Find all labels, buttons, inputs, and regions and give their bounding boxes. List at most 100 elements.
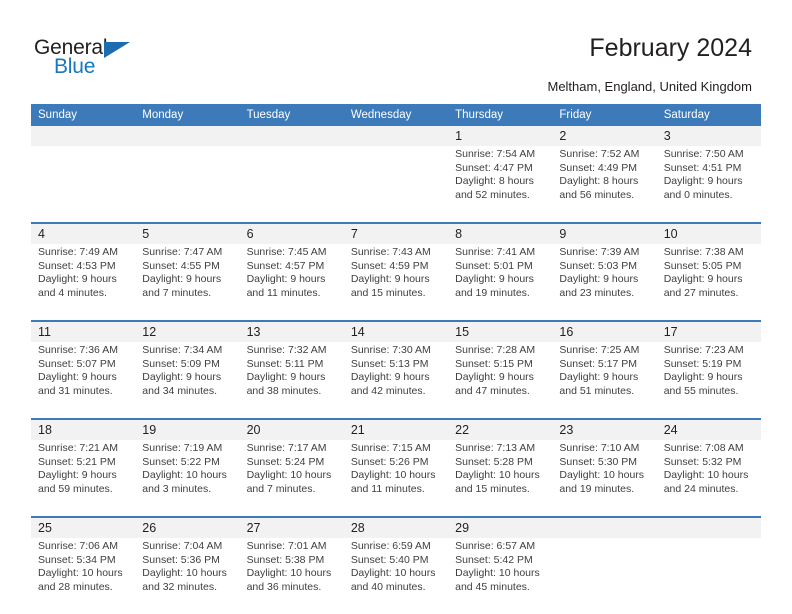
sunrise-text: Sunrise: 7:17 AM (246, 442, 327, 454)
daylight-text-line2: and 56 minutes. (559, 188, 635, 201)
sunset-text: Sunset: 4:51 PM (663, 161, 742, 174)
daylight-text-line2: and 28 minutes. (38, 580, 113, 593)
day-number: 21 (343, 418, 449, 440)
sunrise-text: Sunrise: 7:06 AM (38, 540, 118, 552)
daylight-text-line1: Daylight: 10 hours (142, 469, 227, 482)
day-number: 8 (448, 222, 553, 244)
daylight-text-line1: Daylight: 9 hours (559, 371, 639, 384)
sunset-text: Sunset: 5:36 PM (142, 553, 220, 566)
daylight-text-line2: and 52 minutes. (455, 188, 530, 201)
sunset-text: Sunset: 5:34 PM (38, 553, 116, 566)
sunrise-text: Sunrise: 7:13 AM (455, 442, 536, 454)
daylight-text-line1: Daylight: 9 hours (455, 273, 534, 286)
day-cell[interactable]: Sunrise: 7:41 AM Sunset: 5:01 PM Dayligh… (448, 244, 553, 321)
day-cell[interactable]: Sunrise: 7:54 AM Sunset: 4:47 PM Dayligh… (448, 146, 553, 223)
daylight-text-line2: and 7 minutes. (246, 482, 316, 495)
day-number: 3 (656, 126, 761, 146)
daylight-text-line1: Daylight: 10 hours (246, 469, 332, 482)
sunset-text: Sunset: 4:49 PM (559, 161, 638, 174)
day-number: 10 (656, 222, 761, 244)
day-cell[interactable]: Sunrise: 7:49 AM Sunset: 4:53 PM Dayligh… (31, 244, 136, 321)
daylight-text-line2: and 4 minutes. (38, 286, 107, 299)
day-number: 4 (31, 222, 136, 244)
daylight-text-line2: and 11 minutes. (246, 286, 321, 299)
daylight-text-line1: Daylight: 8 hours (455, 175, 534, 188)
day-cell[interactable]: Sunrise: 7:23 AM Sunset: 5:19 PM Dayligh… (656, 342, 761, 419)
week-1-daynumbers: 1 2 3 (31, 126, 761, 146)
day-cell[interactable]: Sunrise: 7:36 AM Sunset: 5:07 PM Dayligh… (31, 342, 136, 419)
daylight-text-line2: and 19 minutes. (559, 482, 635, 495)
weekday-header-sunday: Sunday (31, 104, 136, 126)
sunrise-text: Sunrise: 7:15 AM (350, 442, 431, 454)
day-cell[interactable]: Sunrise: 7:13 AM Sunset: 5:28 PM Dayligh… (448, 440, 553, 517)
day-cell[interactable]: Sunrise: 7:04 AM Sunset: 5:36 PM Dayligh… (135, 538, 240, 614)
daylight-text-line2: and 23 minutes. (559, 286, 635, 299)
day-cell[interactable]: Sunrise: 7:39 AM Sunset: 5:03 PM Dayligh… (552, 244, 657, 321)
day-cell[interactable]: Sunrise: 7:34 AM Sunset: 5:09 PM Dayligh… (135, 342, 240, 419)
day-number: 9 (552, 222, 657, 244)
page-title: February 2024 (589, 34, 752, 62)
sunset-text: Sunset: 4:53 PM (38, 259, 116, 272)
day-number (343, 126, 449, 146)
daylight-text-line2: and 19 minutes. (455, 286, 530, 299)
day-cell[interactable]: Sunrise: 7:45 AM Sunset: 4:57 PM Dayligh… (239, 244, 344, 321)
general-blue-logo[interactable]: General Blue (34, 36, 164, 86)
day-number: 15 (448, 320, 553, 342)
day-number (31, 126, 136, 146)
weekday-header-monday: Monday (135, 104, 240, 126)
sunset-text: Sunset: 5:42 PM (455, 553, 533, 566)
day-cell[interactable]: Sunrise: 7:21 AM Sunset: 5:21 PM Dayligh… (31, 440, 136, 517)
day-cell-empty (31, 146, 136, 223)
calendar-grid: Sunday Monday Tuesday Wednesday Thursday… (31, 104, 761, 614)
day-cell[interactable]: Sunrise: 7:38 AM Sunset: 5:05 PM Dayligh… (656, 244, 761, 321)
day-cell[interactable]: Sunrise: 6:59 AM Sunset: 5:40 PM Dayligh… (343, 538, 449, 614)
day-cell[interactable]: Sunrise: 7:47 AM Sunset: 4:55 PM Dayligh… (135, 244, 240, 321)
week-5-daynumbers: 25 26 27 28 29 (31, 516, 761, 538)
day-number (656, 516, 761, 538)
daylight-text-line1: Daylight: 9 hours (663, 371, 743, 384)
day-number: 20 (239, 418, 344, 440)
day-number: 5 (135, 222, 240, 244)
sunrise-text: Sunrise: 7:01 AM (246, 540, 327, 552)
daylight-text-line1: Daylight: 9 hours (142, 273, 222, 286)
sunrise-text: Sunrise: 7:10 AM (559, 442, 640, 454)
day-number: 26 (135, 516, 240, 538)
day-cell[interactable]: Sunrise: 7:19 AM Sunset: 5:22 PM Dayligh… (135, 440, 240, 517)
daylight-text-line2: and 24 minutes. (663, 482, 739, 495)
day-cell[interactable]: Sunrise: 7:32 AM Sunset: 5:11 PM Dayligh… (239, 342, 344, 419)
daylight-text-line1: Daylight: 9 hours (38, 371, 117, 384)
day-number: 11 (31, 320, 136, 342)
day-cell[interactable]: Sunrise: 7:01 AM Sunset: 5:38 PM Dayligh… (239, 538, 344, 614)
sunrise-text: Sunrise: 7:28 AM (455, 344, 536, 356)
daylight-text-line2: and 32 minutes. (142, 580, 217, 593)
daylight-text-line2: and 38 minutes. (246, 384, 322, 397)
sunrise-text: Sunrise: 7:30 AM (350, 344, 431, 356)
daylight-text-line1: Daylight: 9 hours (246, 371, 326, 384)
week-2-daynumbers: 4 5 6 7 8 9 10 (31, 222, 761, 244)
day-number: 28 (343, 516, 449, 538)
day-cell[interactable]: Sunrise: 7:30 AM Sunset: 5:13 PM Dayligh… (343, 342, 449, 419)
day-cell[interactable]: Sunrise: 7:08 AM Sunset: 5:32 PM Dayligh… (656, 440, 761, 517)
sunrise-text: Sunrise: 7:45 AM (246, 246, 327, 258)
weekday-header-wednesday: Wednesday (343, 104, 449, 126)
day-cell[interactable]: Sunrise: 7:28 AM Sunset: 5:15 PM Dayligh… (448, 342, 553, 419)
daylight-text-line2: and 27 minutes. (663, 286, 739, 299)
day-cell[interactable]: Sunrise: 7:17 AM Sunset: 5:24 PM Dayligh… (239, 440, 344, 517)
weekday-header-saturday: Saturday (656, 104, 761, 126)
daylight-text-line2: and 3 minutes. (142, 482, 212, 495)
sunset-text: Sunset: 5:15 PM (455, 357, 533, 370)
day-cell[interactable]: Sunrise: 7:15 AM Sunset: 5:26 PM Dayligh… (343, 440, 449, 517)
day-cell[interactable]: Sunrise: 7:43 AM Sunset: 4:59 PM Dayligh… (343, 244, 449, 321)
day-cell[interactable]: Sunrise: 7:06 AM Sunset: 5:34 PM Dayligh… (31, 538, 136, 614)
day-cell[interactable]: Sunrise: 7:50 AM Sunset: 4:51 PM Dayligh… (656, 146, 761, 223)
day-cell[interactable]: Sunrise: 7:25 AM Sunset: 5:17 PM Dayligh… (552, 342, 657, 419)
day-cell[interactable]: Sunrise: 7:10 AM Sunset: 5:30 PM Dayligh… (552, 440, 657, 517)
day-number: 14 (343, 320, 449, 342)
calendar-table: Sunday Monday Tuesday Wednesday Thursday… (31, 104, 761, 614)
sunset-text: Sunset: 4:47 PM (455, 161, 533, 174)
day-cell[interactable]: Sunrise: 7:52 AM Sunset: 4:49 PM Dayligh… (552, 146, 657, 223)
daylight-text-line2: and 0 minutes. (663, 188, 733, 201)
day-cell[interactable]: Sunrise: 6:57 AM Sunset: 5:42 PM Dayligh… (448, 538, 553, 614)
sunrise-text: Sunrise: 7:41 AM (455, 246, 536, 258)
daylight-text-line2: and 15 minutes. (455, 482, 530, 495)
